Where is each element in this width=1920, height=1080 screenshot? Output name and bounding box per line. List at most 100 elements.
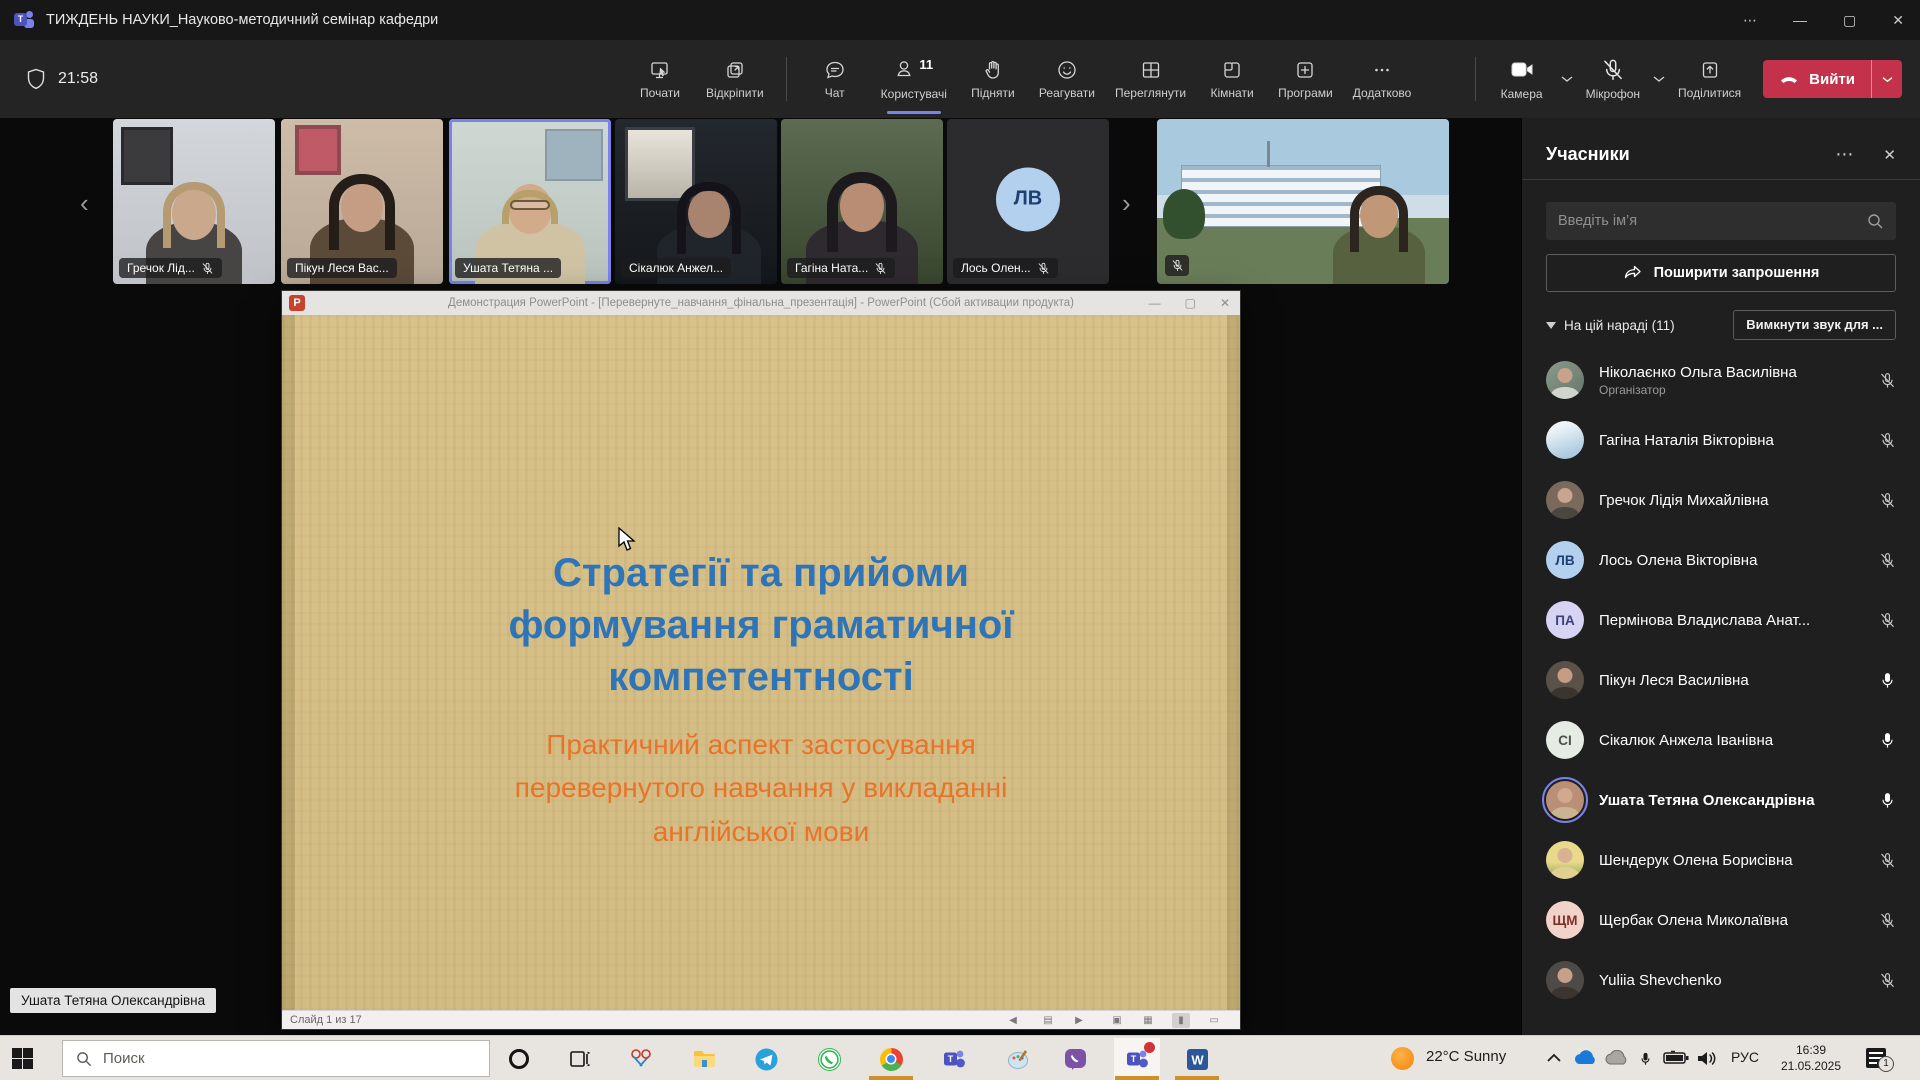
participant-row-active-speaker[interactable]: Ушата Тетяна Олександрівна (1522, 770, 1920, 830)
mic-muted-icon[interactable] (1879, 612, 1896, 629)
participant-search-input[interactable] (1558, 213, 1867, 229)
mic-on-icon[interactable] (1879, 672, 1896, 689)
strip-prev-button[interactable]: ‹ (80, 190, 89, 216)
video-tile-wide[interactable] (1157, 119, 1449, 284)
participant-row[interactable]: СІ Сікалюк Анжела Іванівна (1522, 710, 1920, 770)
reading-view-button[interactable]: ▮ (1172, 1013, 1190, 1028)
mic-chevron-icon[interactable] (1652, 74, 1666, 84)
tray-mic-icon[interactable] (1639, 1050, 1652, 1068)
toolbar-mic-button[interactable]: Мікрофон (1580, 44, 1646, 114)
start-button[interactable] (12, 1048, 33, 1069)
language-indicator[interactable]: РУС (1731, 1049, 1759, 1065)
video-tile[interactable]: Пікун Леся Вас... (281, 119, 443, 284)
taskbar-search[interactable] (62, 1040, 490, 1077)
taskbar-word-icon[interactable]: W (1174, 1038, 1220, 1080)
toolbar-more-button[interactable]: Додатково (1347, 44, 1418, 114)
share-invite-button[interactable]: Поширити запрошення (1546, 254, 1896, 292)
mic-on-icon[interactable] (1879, 792, 1896, 809)
notes-button[interactable]: ▤ (1039, 1013, 1057, 1028)
toolbar-unpin-button[interactable]: Відкріпити (700, 44, 770, 114)
toolbar-react-button[interactable]: Реагувати (1033, 44, 1101, 114)
weather-icon[interactable] (1391, 1047, 1414, 1070)
taskbar-chrome-icon[interactable] (868, 1038, 914, 1080)
toolbar-start-share-button[interactable]: Почати (628, 44, 692, 114)
mute-all-button[interactable]: Вимкнути звук для ... (1733, 310, 1896, 340)
video-tile-active-speaker[interactable]: Ушата Тетяна ... (449, 119, 611, 284)
slideshow-view-button[interactable]: ▭ (1205, 1013, 1223, 1028)
ppt-minimize-button[interactable]: — (1149, 296, 1161, 310)
panel-close-button[interactable]: ✕ (1883, 146, 1896, 164)
video-tile[interactable]: Гагіна Ната... (781, 119, 943, 284)
window-more-button[interactable]: ⋯ (1743, 12, 1757, 29)
leave-chevron[interactable] (1872, 75, 1902, 84)
taskbar-teams-icon[interactable]: T (931, 1038, 977, 1080)
participant-row[interactable]: Пікун Леся Василівна (1522, 650, 1920, 710)
mic-muted-icon[interactable] (1879, 372, 1896, 389)
leave-button[interactable]: Вийти (1763, 60, 1902, 98)
next-slide-button[interactable]: ▶ (1070, 1013, 1088, 1028)
taskbar-telegram-icon[interactable] (743, 1038, 789, 1080)
mic-muted-icon[interactable] (1879, 432, 1896, 449)
taskbar-explorer-icon[interactable] (681, 1038, 727, 1080)
toolbar-apps-button[interactable]: Програми (1272, 44, 1339, 114)
taskbar-taskview-icon[interactable] (557, 1038, 603, 1080)
participant-row[interactable]: ПА Пермінова Владислава Анат... (1522, 590, 1920, 650)
battery-icon[interactable] (1663, 1050, 1689, 1066)
toolbar-users-button[interactable]: 11 Користувачі (875, 44, 953, 114)
video-tile[interactable]: Гречок Лід... (113, 119, 275, 284)
window-maximize-button[interactable]: ▢ (1843, 12, 1856, 29)
toolbar-view-button[interactable]: Переглянути (1109, 44, 1192, 114)
taskbar-search-input[interactable] (103, 1050, 476, 1067)
cloud-icon[interactable] (1604, 1050, 1628, 1066)
mic-muted-icon[interactable] (1879, 492, 1896, 509)
participant-row[interactable]: Шендерук Олена Борисівна (1522, 830, 1920, 890)
ppt-close-button[interactable]: ✕ (1220, 296, 1230, 310)
participant-search[interactable] (1546, 202, 1896, 240)
mic-muted-icon[interactable] (1879, 852, 1896, 869)
action-center-icon[interactable]: 1 (1866, 1048, 1886, 1068)
participant-row[interactable]: ЩМ Щербак Олена Миколаївна (1522, 890, 1920, 950)
ppt-maximize-button[interactable]: ▢ (1185, 296, 1196, 310)
camera-chevron-icon[interactable] (1560, 74, 1574, 84)
toolbar-rooms-button[interactable]: Кімнати (1200, 44, 1264, 114)
speaker-icon[interactable] (1696, 1050, 1718, 1067)
toolbar-camera-button[interactable]: Камера (1490, 44, 1554, 114)
mic-muted-icon[interactable] (1879, 972, 1896, 989)
participant-row[interactable]: Ніколаєнко Ольга Василівна Організатор (1522, 350, 1920, 410)
tray-expand-icon[interactable] (1547, 1053, 1561, 1062)
prev-slide-button[interactable]: ◀ (1004, 1013, 1022, 1028)
participant-row[interactable]: Yuliia Shevchenko (1522, 950, 1920, 1010)
taskbar-opera-icon[interactable] (496, 1038, 542, 1080)
mic-on-icon[interactable] (1879, 732, 1896, 749)
normal-view-button[interactable]: ▣ (1108, 1013, 1126, 1028)
taskbar-snip-icon[interactable] (618, 1038, 664, 1080)
sorter-view-button[interactable]: ▦ (1139, 1013, 1157, 1028)
toolbar-share-button[interactable]: Поділитися (1672, 44, 1747, 114)
raise-hand-icon (982, 59, 1004, 81)
toolbar-chat-button[interactable]: Чат (803, 44, 867, 114)
in-meeting-section-toggle[interactable]: На цій нараді (11) (1546, 318, 1733, 333)
mic-muted-icon[interactable] (1879, 552, 1896, 569)
participant-row[interactable]: Гагіна Наталія Вікторівна (1522, 410, 1920, 470)
slide-title: Стратегії та прийоми формування граматич… (431, 547, 1091, 703)
taskbar-paint-icon[interactable] (995, 1038, 1041, 1080)
video-tile[interactable]: Сікалюк Анжел... (615, 119, 777, 284)
clock[interactable]: 16:39 21.05.2025 (1772, 1042, 1850, 1074)
participant-row[interactable]: ЛВ Лось Олена Вікторівна (1522, 530, 1920, 590)
notification-dot (1144, 1042, 1155, 1053)
taskbar-teams-active-icon[interactable]: T (1114, 1038, 1160, 1080)
window-minimize-button[interactable]: — (1793, 12, 1807, 28)
panel-more-button[interactable]: ⋯ (1835, 144, 1853, 165)
video-tile[interactable]: ЛВ Лось Олен... (947, 119, 1109, 284)
strip-next-button[interactable]: › (1122, 190, 1131, 216)
weather-text[interactable]: 22°C Sunny (1426, 1048, 1506, 1065)
mic-muted-icon[interactable] (1879, 912, 1896, 929)
slide-canvas: Стратегії та прийоми формування граматич… (282, 315, 1240, 1010)
taskbar-viber-icon[interactable] (1052, 1038, 1098, 1080)
toolbar-raise-hand-button[interactable]: Підняти (961, 44, 1025, 114)
participant-row[interactable]: Гречок Лідія Михайлівна (1522, 470, 1920, 530)
window-close-button[interactable]: ✕ (1892, 12, 1904, 29)
onedrive-icon[interactable] (1573, 1050, 1597, 1066)
meeting-stage: ‹ Гречок Лід... Пікун Леся Вас... (0, 118, 1521, 1035)
taskbar-whatsapp-icon[interactable] (806, 1038, 852, 1080)
